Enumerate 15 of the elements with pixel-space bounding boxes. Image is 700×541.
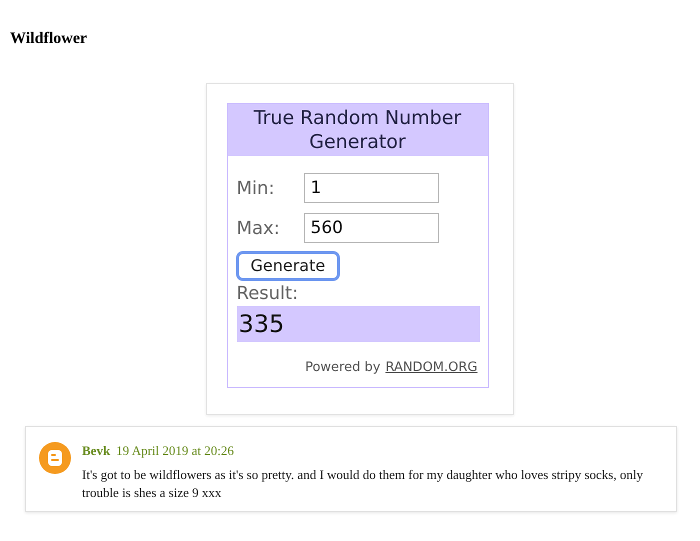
field-label: Max: xyxy=(236,216,281,240)
number-field[interactable]: 1 xyxy=(304,173,438,203)
generate-button[interactable]: Generate xyxy=(236,251,340,281)
widget-title: True Random Number Generator xyxy=(252,106,462,154)
number-field[interactable]: 560 xyxy=(304,213,438,243)
comment-text: It's got to be wildflowers as it's so pretty. and I would do them for my daughter who loves stripy socks, only trouble is shes a size 9 xxx xyxy=(82,466,644,502)
result-display: 335 xyxy=(236,306,480,342)
avatar-icon xyxy=(39,442,71,474)
field-label: Min: xyxy=(236,176,276,200)
result-label: Result: xyxy=(236,283,298,304)
comment-date[interactable]: 19 April 2019 at 20:26 xyxy=(116,441,234,460)
powered-by-text: Powered by xyxy=(305,359,380,377)
random-org-link[interactable]: RANDOM.ORG xyxy=(385,358,478,378)
comment-author[interactable]: Bevk xyxy=(82,441,110,460)
post-title: Wildflower xyxy=(10,29,88,49)
